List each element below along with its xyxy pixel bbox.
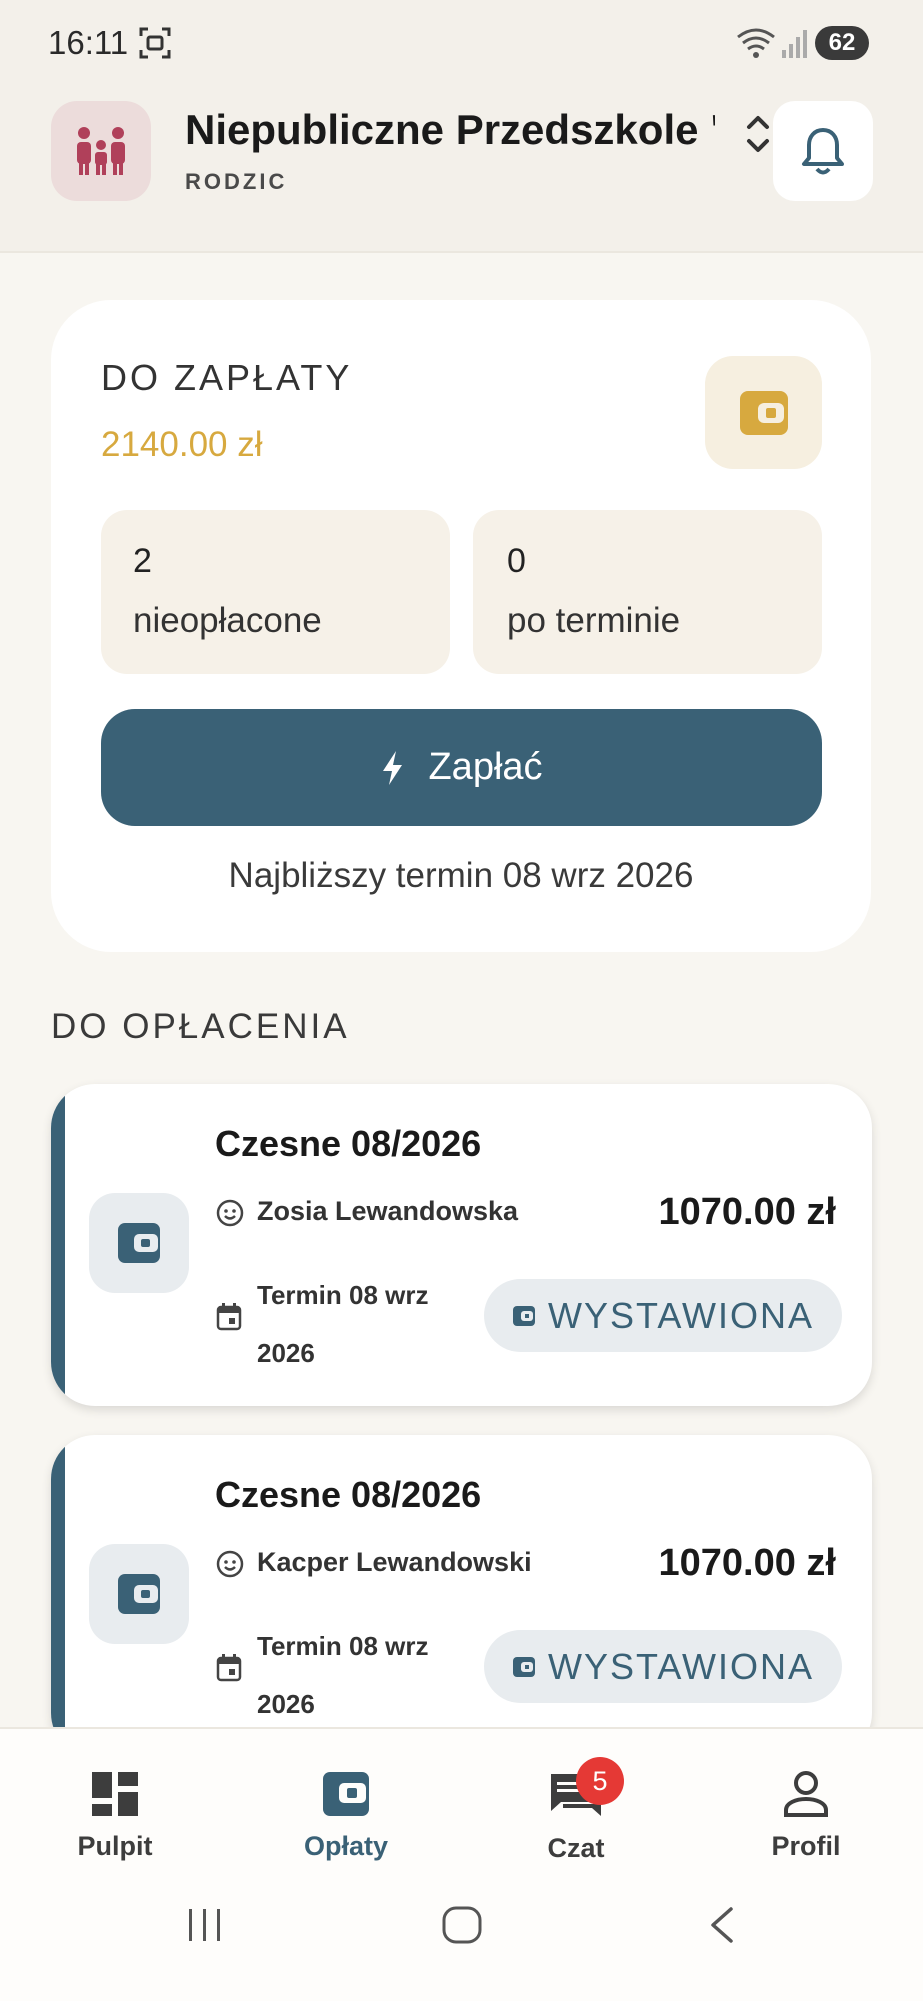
back-icon[interactable]: [707, 1905, 737, 1950]
nav-label: Profil: [771, 1831, 841, 1861]
nav-item-pulpit[interactable]: Pulpit: [15, 1770, 215, 1862]
bell-icon: [802, 128, 844, 175]
person-icon: [784, 1771, 828, 1817]
child-face-icon: [215, 1198, 245, 1233]
stat-overdue-label: po terminie: [507, 601, 681, 640]
wallet-icon: [739, 390, 788, 435]
battery-indicator: 62: [815, 26, 869, 60]
card-accent-bar: [51, 1435, 65, 1757]
notifications-button[interactable]: [773, 101, 873, 201]
wifi-icon: [735, 26, 777, 65]
nav-item-oplaty[interactable]: Opłaty: [246, 1770, 446, 1862]
dashboard-icon: [92, 1772, 138, 1816]
battery-level: 62: [828, 29, 856, 56]
stat-unpaid-label: nieopłacone: [133, 601, 322, 640]
status-badge-label: WYSTAWIONA: [548, 1294, 814, 1336]
stat-overdue-value: 0: [507, 542, 526, 580]
bottom-nav: [0, 1727, 923, 2001]
stat-overdue: 0 po terminie: [473, 510, 822, 674]
wallet-icon: [118, 1574, 160, 1614]
payment-amount: 1070.00 zł: [658, 1542, 836, 1584]
chat-unread-badge: 5: [576, 1757, 624, 1805]
stat-unpaid-value: 2: [133, 542, 152, 580]
org-avatar[interactable]: [51, 101, 151, 201]
home-icon[interactable]: [441, 1905, 483, 1950]
child-face-icon: [215, 1549, 245, 1584]
payment-title: Czesne 08/2026: [215, 1123, 482, 1164]
payment-child: Zosia Lewandowska: [257, 1196, 519, 1226]
calendar-icon: [215, 1653, 243, 1688]
wallet-icon: [513, 1656, 535, 1677]
pay-button-label: Zapłać: [428, 746, 543, 788]
nav-label: Opłaty: [303, 1831, 389, 1861]
wallet-icon: [513, 1305, 535, 1326]
payment-child: Kacper Lewandowski: [257, 1547, 532, 1577]
payment-term: Termin 08 wrz 2026: [257, 1617, 457, 1733]
nav-item-profil[interactable]: Profil: [706, 1770, 906, 1862]
status-badge-label: WYSTAWIONA: [548, 1645, 814, 1687]
card-accent-bar: [51, 1084, 65, 1406]
status-time: 16:11: [48, 24, 129, 61]
next-due-date: Najbliższy termin 08 wrz 2026: [228, 856, 694, 895]
nav-label: Pulpit: [77, 1831, 153, 1861]
payment-wallet-tile: [89, 1193, 189, 1293]
payment-term-line1: Termin 08 wrz: [257, 1280, 429, 1310]
status-badge: WYSTAWIONA: [484, 1279, 842, 1352]
org-role: RODZIC: [185, 169, 288, 194]
nav-label: Czat: [547, 1833, 605, 1863]
pay-button[interactable]: Zapłać: [101, 709, 822, 826]
summary-label: DO ZAPŁATY: [101, 357, 353, 398]
recent-apps-icon[interactable]: [186, 1905, 224, 1950]
wallet-icon: [118, 1223, 160, 1263]
payment-card[interactable]: Czesne 08/2026 Kacper Lewandowski 1070.0…: [51, 1435, 872, 1757]
summary-amount: 2140.00 zł: [101, 425, 263, 464]
lightning-icon: [383, 750, 403, 785]
family-icon: [77, 127, 125, 175]
payment-wallet-tile: [89, 1544, 189, 1644]
status-badge: WYSTAWIONA: [484, 1630, 842, 1703]
payment-term: Termin 08 wrz 2026: [257, 1266, 457, 1382]
section-title: DO OPŁACENIA: [51, 1007, 350, 1046]
screenshot-icon: [138, 26, 172, 65]
wallet-icon: [323, 1772, 369, 1816]
signal-icon: [780, 26, 808, 65]
summary-wallet-tile: [705, 356, 822, 469]
stat-unpaid: 2 nieopłacone: [101, 510, 450, 674]
payment-title: Czesne 08/2026: [215, 1474, 482, 1515]
payment-term-line2: 2026: [257, 1338, 315, 1368]
payment-amount: 1070.00 zł: [658, 1191, 836, 1233]
payment-term-line2: 2026: [257, 1689, 315, 1719]
switch-org-icon[interactable]: [744, 112, 772, 161]
org-name[interactable]: Niepubliczne Przedszkole "...: [185, 106, 715, 154]
payment-term-line1: Termin 08 wrz: [257, 1631, 429, 1661]
calendar-icon: [215, 1302, 243, 1337]
payment-card[interactable]: Czesne 08/2026 Zosia Lewandowska 1070.00…: [51, 1084, 872, 1406]
